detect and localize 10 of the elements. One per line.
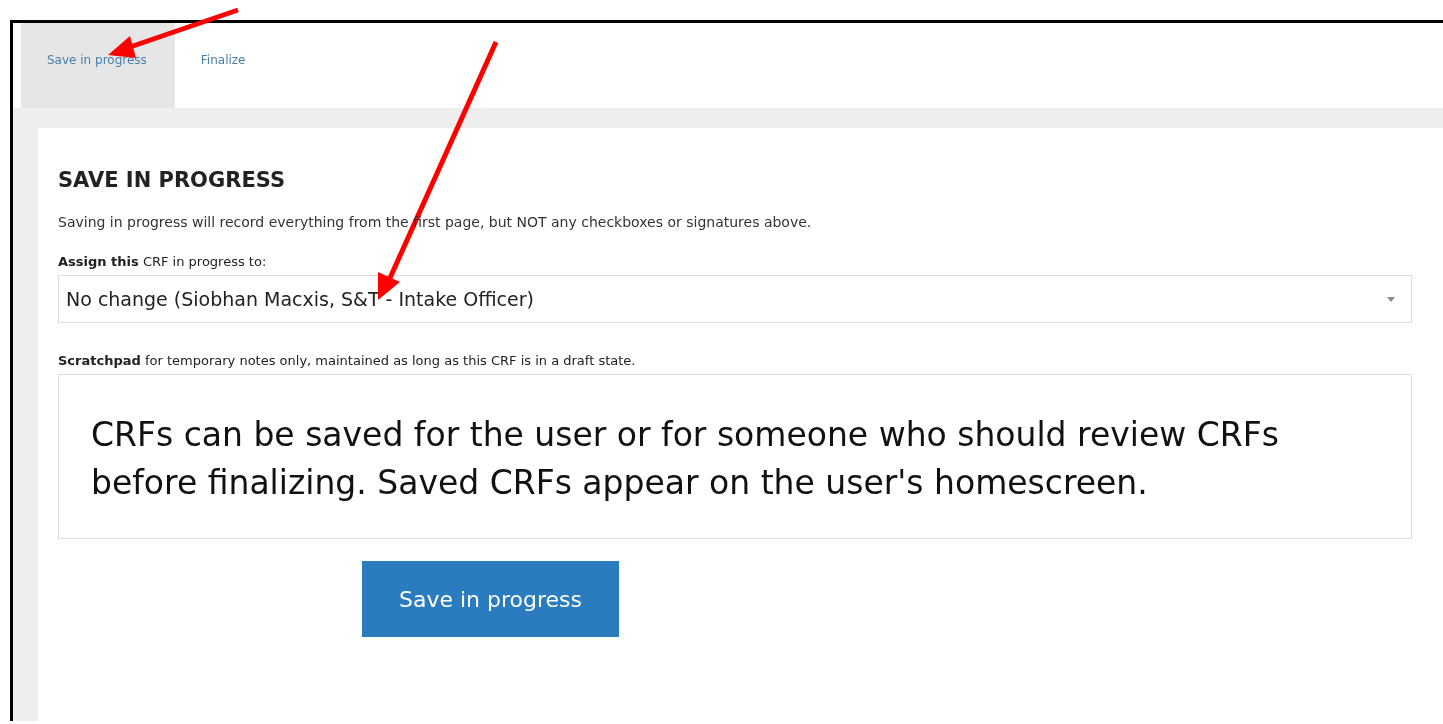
assignee-dropdown[interactable]: No change (Siobhan Macxis, S&T - Intake Officer) xyxy=(58,275,1412,323)
scratchpad-field[interactable]: CRFs can be saved for the user or for someone who should review CRFs before finalizing. Saved CRFs appear on the user's homescreen. xyxy=(58,374,1412,539)
save-button[interactable]: Save in progress xyxy=(362,561,619,637)
section-title: SAVE IN PROGRESS xyxy=(58,168,287,192)
caret-icon xyxy=(1387,296,1395,302)
callout-text: CRFs can be saved for the user or for someone who should review CRFs before finalizing. Saved CRFs appear on the user's homescreen. xyxy=(91,414,1280,504)
field-label: Scratchpad for temporary notes only, maintained as long as this CRF is in a draft state. xyxy=(58,353,637,368)
tab[interactable]: Finalize xyxy=(174,23,274,108)
field-label: Assign this CRF in progress to: xyxy=(58,254,268,269)
tab[interactable]: Save in progress xyxy=(21,23,175,108)
